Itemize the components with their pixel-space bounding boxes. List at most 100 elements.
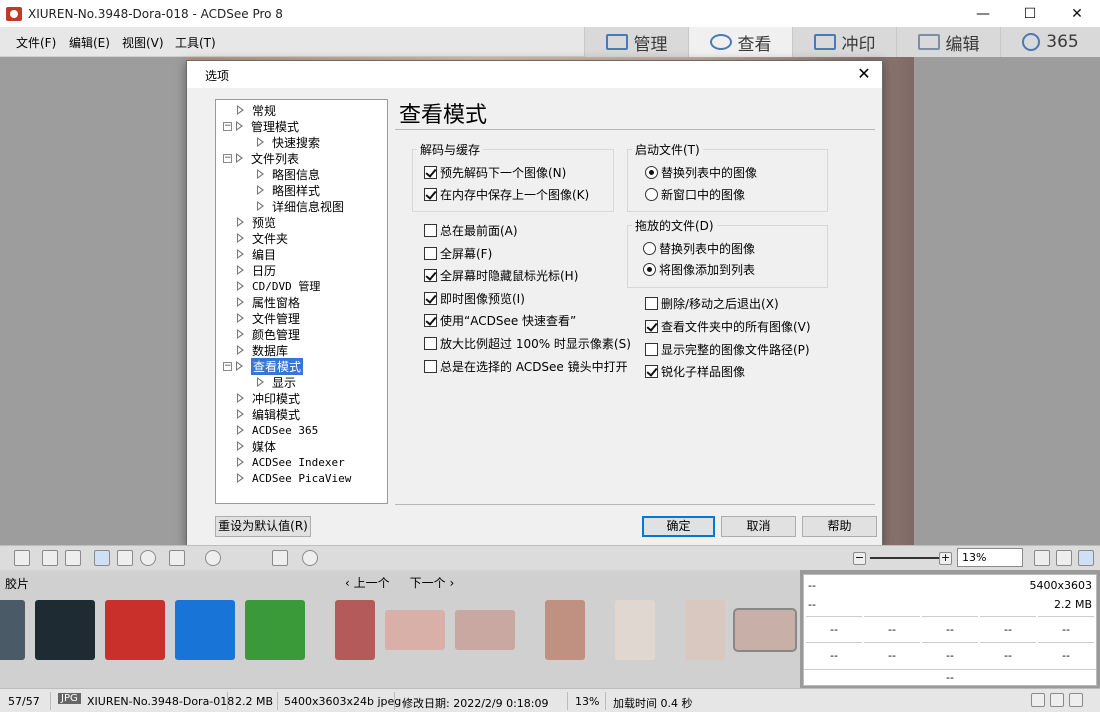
startup-replace-radio[interactable]: 替换列表中的图像 [645, 164, 757, 181]
ok-button[interactable]: 确定 [642, 516, 715, 537]
photo-thumb[interactable] [615, 600, 655, 660]
tree-item[interactable]: 略图信息 [257, 166, 320, 182]
tree-item[interactable]: 预览 [237, 214, 276, 230]
tab-365[interactable]: 365 [1000, 27, 1100, 57]
zoom-slider[interactable] [870, 557, 940, 559]
option-checkbox[interactable]: 即时图像预览(I) [424, 290, 525, 307]
option-checkbox[interactable]: 放大比例超过 100% 时显示像素(S) [424, 335, 631, 352]
menu-edit[interactable]: 编辑(E) [69, 34, 110, 51]
option-checkbox[interactable]: 全屏幕(F) [424, 245, 492, 262]
menu-tools[interactable]: 工具(T) [175, 34, 216, 51]
palette-icon[interactable] [205, 550, 221, 566]
tree-item[interactable]: 冲印模式 [237, 390, 300, 406]
tree-item[interactable]: 详细信息视图 [257, 198, 344, 214]
view-split-icon[interactable] [1050, 693, 1064, 707]
image-info-icon[interactable] [14, 550, 30, 566]
tree-item[interactable]: CD/DVD 管理 [237, 278, 320, 294]
tree-item[interactable]: ACDSee Indexer [237, 454, 345, 470]
photo-thumb[interactable] [685, 600, 725, 660]
tree-item[interactable]: − 查看模式 [223, 357, 304, 375]
tree-item[interactable]: 略图样式 [257, 182, 320, 198]
tree-item[interactable]: 属性窗格 [237, 294, 300, 310]
options-tree[interactable]: 常规 − 管理模式 快速搜索 − 文件列表 略图信息 略图样式 详细信息视图 预览 文件夹 编目 日历 C… [215, 99, 388, 504]
j-app-icon[interactable] [175, 600, 235, 660]
photo-thumb[interactable] [733, 608, 797, 652]
menu-view[interactable]: 视图(V) [122, 34, 164, 51]
zoom-in-button[interactable]: + [939, 552, 952, 565]
zoom-fit-icon[interactable] [1034, 550, 1050, 566]
collapse-icon[interactable]: − [223, 361, 232, 371]
previous-button[interactable]: ‹ 上一个 [345, 574, 390, 591]
tree-item[interactable]: ACDSee PicaView [237, 470, 351, 486]
rotate-left-icon[interactable] [42, 550, 58, 566]
zoom-tool-icon[interactable] [140, 550, 156, 566]
tab-edit[interactable]: 编辑 [896, 27, 1000, 57]
collapse-icon[interactable]: − [223, 121, 232, 131]
select-tool-icon[interactable] [117, 550, 133, 566]
predecode-next-checkbox[interactable]: 预先解码下一个图像(N) [424, 164, 566, 181]
option-checkbox[interactable]: 使用“ACDSee 快速查看” [424, 312, 576, 329]
collapse-icon[interactable]: − [223, 153, 232, 163]
option-checkbox[interactable]: 总是在选择的 ACDSee 镜头中打开 [424, 358, 628, 375]
tree-item[interactable]: − 管理模式 [223, 118, 299, 134]
tab-manage[interactable]: 管理 [584, 27, 688, 57]
photo-thumb[interactable] [335, 600, 375, 660]
help-button[interactable]: 帮助 [802, 516, 877, 537]
fullscreen-icon[interactable] [169, 550, 185, 566]
view-square-icon[interactable] [1031, 693, 1045, 707]
tree-item[interactable]: − 文件列表 [223, 150, 299, 166]
rotate-right-icon[interactable] [65, 550, 81, 566]
tree-item[interactable]: 快速搜索 [257, 134, 320, 150]
keep-previous-checkbox[interactable]: 在内存中保存上一个图像(K) [424, 186, 589, 203]
photo-thumb[interactable] [545, 600, 585, 660]
dropped-replace-radio[interactable]: 替换列表中的图像 [643, 240, 755, 257]
option-checkbox[interactable]: 删除/移动之后退出(X) [645, 295, 779, 312]
transfer-app-icon[interactable] [35, 600, 95, 660]
tree-item[interactable]: 常规 [237, 102, 276, 118]
cancel-button[interactable]: 取消 [721, 516, 796, 537]
startup-new-window-radio[interactable]: 新窗口中的图像 [645, 186, 745, 203]
tree-item[interactable]: 日历 [237, 262, 276, 278]
info-panel: -- 5400x3603 -- 2.2 MB -- -- -- -- -- -- -- -- -- -… [803, 574, 1097, 686]
tree-item[interactable]: 文件管理 [237, 310, 300, 326]
option-checkbox[interactable]: 显示完整的图像文件路径(P) [645, 341, 810, 358]
option-checkbox[interactable]: 锐化子样品图像 [645, 363, 745, 380]
photo-thumb[interactable] [385, 610, 445, 650]
image-refresh-app-icon[interactable] [245, 600, 305, 660]
minimize-button[interactable]: — [960, 0, 1006, 27]
tree-item[interactable]: ACDSee 365 [237, 422, 318, 438]
hand-tool-icon[interactable] [94, 550, 110, 566]
maximize-button[interactable]: ☐ [1007, 0, 1053, 27]
zoom-select[interactable]: 13% [957, 548, 1023, 567]
clock-icon[interactable] [302, 550, 318, 566]
option-checkbox[interactable]: 总在最前面(A) [424, 222, 518, 239]
close-window-button[interactable]: ✕ [1054, 0, 1100, 27]
dialog-title: 选项 [205, 69, 230, 83]
menu-file[interactable]: 文件(F) [16, 34, 56, 51]
zoom-out-button[interactable]: − [853, 552, 866, 565]
info-cell: -- [864, 642, 920, 668]
tree-item[interactable]: 文件夹 [237, 230, 288, 246]
photo-thumb[interactable] [455, 610, 515, 650]
histogram-icon[interactable] [272, 550, 288, 566]
option-checkbox[interactable]: 查看文件夹中的所有图像(V) [645, 318, 811, 335]
dialog-close-button[interactable]: ✕ [852, 63, 876, 85]
tree-item-label: 详细信息视图 [272, 199, 345, 214]
tree-item[interactable]: 颜色管理 [237, 326, 300, 342]
tree-item[interactable]: 显示 [257, 374, 296, 390]
tree-item[interactable]: 媒体 [237, 438, 276, 454]
pdf-app-icon[interactable] [105, 600, 165, 660]
dropped-add-radio[interactable]: 将图像添加到列表 [643, 261, 755, 278]
tree-item[interactable]: 数据库 [237, 342, 288, 358]
fit-window-icon[interactable] [1078, 550, 1094, 566]
actual-size-icon[interactable] [1056, 550, 1072, 566]
view-check-icon[interactable] [1069, 693, 1083, 707]
tree-item[interactable]: 编目 [237, 246, 276, 262]
tab-view[interactable]: 查看 [688, 27, 792, 57]
tree-item[interactable]: 编辑模式 [237, 406, 300, 422]
app-icon-gray[interactable] [0, 600, 25, 660]
next-button[interactable]: 下一个 › [410, 574, 455, 591]
reset-defaults-button[interactable]: 重设为默认值(R) [215, 516, 311, 537]
option-checkbox[interactable]: 全屏幕时隐藏鼠标光标(H) [424, 267, 578, 284]
tab-develop[interactable]: 冲印 [792, 27, 896, 57]
